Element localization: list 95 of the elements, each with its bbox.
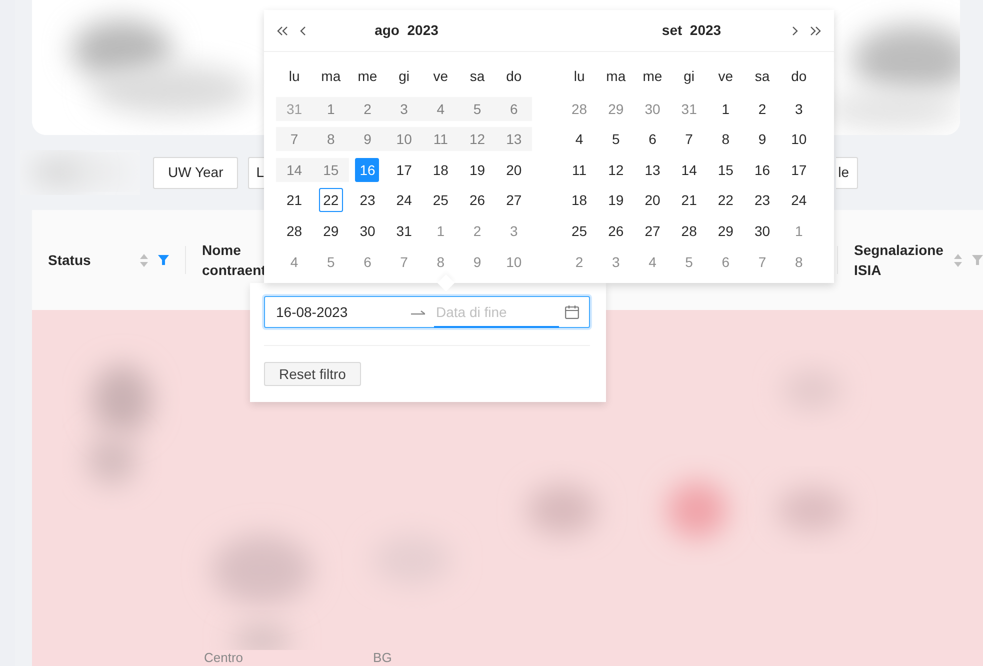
calendar-day[interactable]: 20 [640, 188, 664, 212]
weekday-label: ma [605, 67, 627, 86]
calendar-day[interactable]: 19 [465, 158, 490, 182]
calendar-day[interactable]: 13 [640, 158, 664, 182]
calendar-day[interactable]: 26 [465, 188, 490, 212]
calendar-day: 4 [428, 96, 453, 121]
calendar-day[interactable]: 18 [567, 188, 592, 212]
chevron-right-icon[interactable] [791, 26, 799, 36]
filter-button[interactable]: L [248, 156, 264, 188]
column-header: Nome contraent [202, 241, 264, 280]
calendar-day: 3 [392, 96, 416, 121]
weekday-label: ma [320, 67, 342, 86]
calendar-day[interactable]: 11 [567, 158, 592, 182]
calendar-day: 11 [428, 127, 453, 152]
calendar-day[interactable]: 31 [392, 218, 416, 243]
weekday-label: gi [398, 67, 411, 86]
calendar-day[interactable]: 28 [282, 218, 306, 243]
column-header: Status [48, 250, 91, 270]
calendar-day[interactable]: 1 [714, 96, 738, 121]
calendar-day[interactable]: 4 [567, 127, 592, 152]
calendar-day[interactable]: 26 [604, 218, 628, 243]
calendar-day: 15 [318, 158, 343, 182]
double-chevron-left-icon[interactable] [276, 26, 289, 36]
calendar-day: 14 [282, 158, 306, 182]
calendar-day[interactable]: 24 [392, 188, 416, 212]
calendar-day[interactable]: 21 [282, 188, 306, 212]
calendar-day: 7 [282, 127, 306, 152]
filter-button[interactable]: UW Year [153, 156, 238, 188]
calendar-day[interactable]: 3 [786, 96, 811, 121]
calendar-day[interactable]: 23 [750, 188, 774, 212]
weekday-label: do [790, 67, 808, 86]
calendar-day[interactable]: 25 [567, 218, 592, 243]
weekday-label: sa [468, 67, 486, 86]
calendar-day[interactable]: 2 [750, 96, 774, 121]
calendar-day[interactable]: 17 [392, 158, 416, 182]
calendar-day[interactable]: 20 [502, 158, 526, 182]
calendar-day: 9 [355, 127, 380, 152]
calendar-day[interactable]: 22 [714, 188, 738, 212]
column-header: Segnalazione ISIA [854, 241, 944, 280]
calendar-day[interactable]: 7 [677, 127, 702, 152]
calendar-day[interactable]: 22 [318, 188, 343, 212]
calendar-day[interactable]: 6 [640, 127, 664, 152]
calendar-day[interactable]: 8 [714, 127, 738, 152]
chevron-left-icon[interactable] [299, 26, 307, 36]
calendar-day[interactable]: 30 [750, 218, 774, 243]
calendar-day: 31 [282, 96, 306, 121]
month-title[interactable]: ago 2023 [307, 20, 537, 41]
weekday-label: sa [754, 67, 771, 86]
calendar-day[interactable]: 12 [604, 158, 628, 182]
calendar-day: 1 [318, 96, 343, 121]
end-date-field[interactable]: Data di fine [436, 302, 561, 322]
reset-filter-button[interactable]: Reset filtro [264, 362, 361, 386]
calendar-day[interactable]: 23 [355, 188, 380, 212]
calendar-day[interactable]: 29 [714, 218, 738, 243]
calendar-day[interactable]: 16 [750, 158, 774, 182]
calendar-day[interactable]: 10 [786, 127, 811, 152]
weekday-label: lu [288, 67, 301, 86]
calendar-day[interactable]: 19 [604, 188, 628, 212]
weekday-label: lu [572, 67, 586, 86]
weekday-label: ve [717, 67, 734, 86]
calendar-day: 6 [502, 96, 526, 121]
table-cell: BG [373, 650, 392, 666]
calendar-day[interactable]: 5 [604, 127, 628, 152]
calendar-day[interactable]: 18 [428, 158, 453, 182]
calendar-day[interactable]: 27 [502, 188, 526, 212]
date-range-field[interactable]: 16-08-2023 Data di fine [264, 296, 590, 328]
calendar-day[interactable]: 27 [640, 218, 664, 243]
table-cell: Centro [204, 650, 244, 666]
calendar-day[interactable]: 25 [428, 188, 453, 212]
weekday-label: ve [432, 67, 450, 86]
calendar-day[interactable]: 24 [786, 188, 811, 212]
calendar-day[interactable]: 29 [318, 218, 343, 243]
calendar-day: 8 [318, 127, 343, 152]
double-chevron-right-icon[interactable] [809, 26, 822, 36]
filter-button[interactable]: le [836, 156, 858, 188]
weekday-label: me [642, 67, 664, 86]
calendar-icon[interactable] [565, 305, 579, 319]
calendar-day: 13 [502, 127, 526, 152]
filter-icon[interactable] [158, 255, 169, 265]
weekday-label: me [356, 67, 378, 86]
calendar-day: 5 [465, 96, 490, 121]
calendar-day: 12 [465, 127, 490, 152]
calendar-day[interactable]: 21 [677, 188, 702, 212]
calendar-day[interactable]: 15 [714, 158, 738, 182]
calendar-day[interactable]: 30 [355, 218, 380, 243]
calendar-day[interactable]: 28 [677, 218, 702, 243]
calendar-day[interactable]: 17 [786, 158, 811, 182]
start-date-field[interactable]: 16-08-2023 [276, 302, 401, 322]
weekday-label: do [505, 67, 523, 86]
calendar-day: 2 [355, 96, 380, 121]
month-title[interactable]: set 2023 [592, 20, 791, 41]
calendar-day[interactable]: 9 [750, 127, 774, 152]
calendar-day[interactable]: 14 [677, 158, 702, 182]
weekday-label: gi [682, 67, 696, 86]
calendar-day: 10 [392, 127, 416, 152]
